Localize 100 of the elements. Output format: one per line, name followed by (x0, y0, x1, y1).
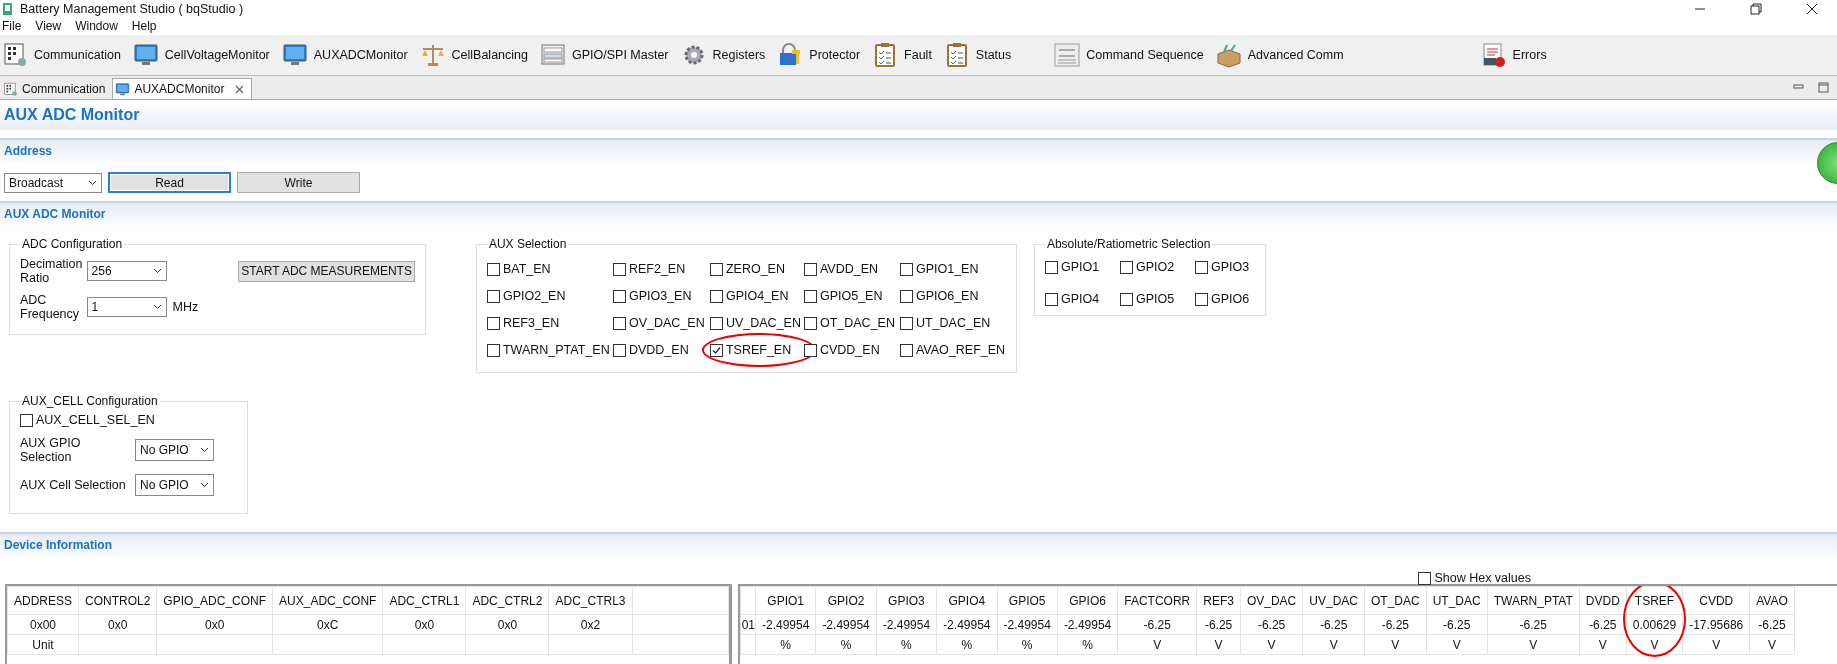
checkbox-label[interactable]: Show Hex values (1434, 571, 1531, 585)
checkbox[interactable] (1044, 292, 1058, 306)
address-dropdown[interactable]: Broadcast (4, 172, 102, 193)
restore-icon[interactable] (1749, 1, 1763, 16)
dropdown[interactable]: 1 (86, 297, 167, 317)
checkbox[interactable] (1418, 571, 1432, 585)
section-header: Device Information (0, 532, 1837, 556)
checkbox-label[interactable]: GPIO5_EN (819, 289, 883, 303)
dropdown[interactable]: 256 (86, 261, 167, 281)
checkbox-label[interactable]: ZERO_EN (725, 262, 785, 276)
field-label: ADC Frequency (20, 293, 81, 321)
checkbox-label[interactable]: GPIO4 (1060, 292, 1100, 306)
checkbox[interactable] (1044, 260, 1058, 274)
table-cell: 0x0 (78, 614, 157, 635)
checkbox[interactable] (803, 289, 817, 303)
checkbox[interactable] (709, 343, 723, 357)
table-cell: V (1117, 634, 1197, 655)
caret-icon (200, 482, 209, 488)
toolbar-button[interactable]: CellBalancing (419, 42, 536, 68)
toolbar-button[interactable]: CellVoltageMonitor (132, 42, 278, 68)
checkbox-label[interactable]: UT_DAC_EN (915, 316, 991, 330)
checkbox[interactable] (1119, 260, 1133, 274)
group-title: AUX_CELL Configuration (21, 394, 159, 408)
checkbox-label[interactable]: GPIO2 (1135, 260, 1175, 274)
dropdown[interactable]: No GPIO (135, 439, 214, 461)
checkbox[interactable] (486, 343, 500, 357)
dropdown[interactable]: No GPIO (135, 474, 214, 496)
checkbox-label[interactable]: AVDD_EN (819, 262, 879, 276)
toolbar-button[interactable]: Fault (872, 42, 940, 68)
toolbar-button[interactable]: GPIO/SPI Master (540, 42, 677, 68)
checkbox-label[interactable]: CVDD_EN (819, 343, 880, 357)
tab[interactable]: Communication (0, 78, 113, 99)
checkbox-label[interactable]: OT_DAC_EN (819, 316, 895, 330)
menu-item[interactable]: View (35, 19, 62, 33)
toolbar-button[interactable]: Errors (1480, 42, 1555, 68)
checkbox[interactable] (803, 316, 817, 330)
checkbox-label[interactable]: GPIO5 (1135, 292, 1175, 306)
checkbox[interactable] (486, 289, 500, 303)
toolbar-button[interactable]: AUXADCMonitor (281, 42, 416, 68)
checkbox[interactable] (612, 289, 626, 303)
checkbox-label[interactable]: REF3_EN (502, 316, 560, 330)
checkbox-label[interactable]: GPIO4_EN (725, 289, 789, 303)
toolbar-button[interactable]: Communication (2, 42, 129, 68)
checkbox[interactable] (1119, 292, 1133, 306)
checkbox-label[interactable]: GPIO6_EN (915, 289, 979, 303)
checkbox-label[interactable]: BAT_EN (502, 262, 551, 276)
checkbox-label[interactable]: GPIO2_EN (502, 289, 566, 303)
menu-item[interactable]: File (2, 19, 22, 33)
checkbox[interactable] (486, 262, 500, 276)
checkbox[interactable] (899, 262, 913, 276)
menu-item[interactable]: Window (75, 19, 118, 33)
column-header: CONTROL2 (78, 586, 157, 615)
toolbar-button[interactable]: Status (943, 42, 1020, 68)
checkbox-label[interactable]: GPIO1 (1060, 260, 1100, 274)
checkbox[interactable] (1194, 260, 1208, 274)
toolbox-icon (1215, 42, 1242, 68)
table-cell: 0x0 (465, 614, 549, 635)
tab[interactable]: AUXADCMonitor (112, 78, 253, 99)
start-button[interactable]: START ADC MEASUREMENTS (238, 260, 415, 282)
checkbox-label[interactable]: GPIO3_EN (628, 289, 692, 303)
checkbox-label[interactable]: TWARN_PTAT_EN (502, 343, 610, 357)
action-button[interactable]: Write (237, 172, 360, 193)
checkbox[interactable] (612, 262, 626, 276)
maximize-icon[interactable] (1818, 82, 1829, 93)
checkbox[interactable] (899, 343, 913, 357)
table-cell: -2.49954 (1057, 614, 1118, 635)
checkbox-label[interactable]: OV_DAC_EN (628, 316, 705, 330)
close-icon[interactable] (1805, 1, 1819, 16)
toolbar-button[interactable]: Protector (777, 42, 869, 68)
checkbox-label[interactable]: DVDD_EN (628, 343, 689, 357)
table-cell: -2.49954 (815, 614, 877, 635)
checkbox-label[interactable]: GPIO3 (1210, 260, 1250, 274)
toolbar-button[interactable]: Advanced Comm (1215, 42, 1352, 68)
toolbar-button[interactable]: Command Sequence (1054, 42, 1212, 68)
column-header: ADC_CTRL1 (382, 586, 466, 615)
action-button[interactable]: Read (108, 172, 231, 193)
checkbox-label[interactable]: TSREF_EN (725, 343, 792, 357)
checkbox-label[interactable]: UV_DAC_EN (725, 316, 801, 330)
table-cell: -6.25 (1426, 614, 1488, 635)
checkbox[interactable] (1194, 292, 1208, 306)
checkbox[interactable] (20, 413, 33, 427)
checkbox[interactable] (803, 262, 817, 276)
checkbox[interactable] (709, 316, 723, 330)
column-header: GPIO4 (936, 586, 997, 615)
checkbox[interactable] (899, 289, 913, 303)
checkbox-label[interactable]: AVAO_REF_EN (915, 343, 1006, 357)
checkbox[interactable] (612, 343, 626, 357)
checkbox-label[interactable]: GPIO1_EN (915, 262, 979, 276)
checkbox[interactable] (486, 316, 500, 330)
checkbox[interactable] (709, 262, 723, 276)
checkbox[interactable] (803, 343, 817, 357)
monitor-icon (281, 42, 308, 68)
checkbox-label[interactable]: GPIO6 (1210, 292, 1250, 306)
checkbox[interactable] (612, 316, 626, 330)
toolbar-button[interactable]: Registers (680, 42, 774, 68)
menu-item[interactable]: Help (131, 19, 157, 33)
checkbox[interactable] (709, 289, 723, 303)
checkbox[interactable] (899, 316, 913, 330)
checkbox-label[interactable]: AUX_CELL_SEL_EN (36, 413, 155, 427)
checkbox-label[interactable]: REF2_EN (628, 262, 686, 276)
